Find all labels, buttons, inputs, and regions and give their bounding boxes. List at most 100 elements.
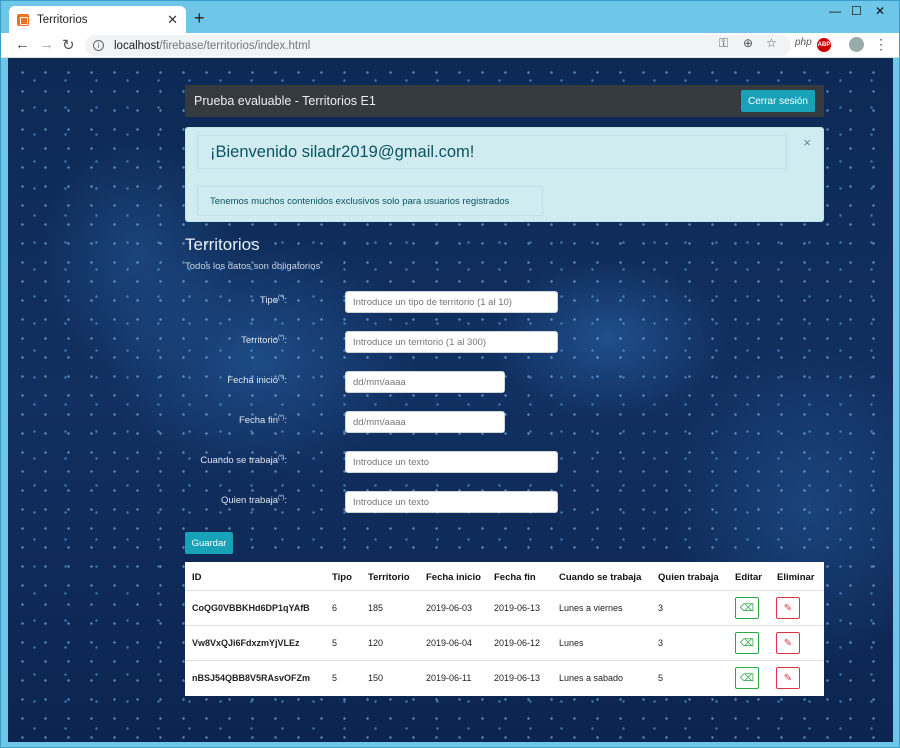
xampp-favicon-icon bbox=[17, 13, 29, 26]
fecha-inicio-input[interactable]: dd/mm/aaaa bbox=[345, 371, 505, 393]
cell-id: CoQG0VBBKHd6DP1qYAfB bbox=[192, 603, 310, 613]
col-header: Fecha inicio bbox=[426, 572, 481, 583]
cell-fecha-inicio: 2019-06-03 bbox=[426, 603, 473, 613]
form-row-cuando: Cuando se trabaja(*): Introduce un texto bbox=[185, 451, 565, 473]
quien-input[interactable]: Introduce un texto bbox=[345, 491, 558, 513]
fecha-fin-input[interactable]: dd/mm/aaaa bbox=[345, 411, 505, 433]
cell-fecha-inicio: 2019-06-11 bbox=[426, 673, 472, 683]
cell-cuando: Lunes a viernes bbox=[559, 603, 623, 613]
cell-territorio: 120 bbox=[368, 638, 384, 648]
eraser-icon: ⌫ bbox=[739, 602, 755, 614]
tipo-input[interactable]: Introduce un tipo de territorio (1 al 10… bbox=[345, 291, 558, 313]
form-row-fecha-inicio: Fecha inicio(*): dd/mm/aaaa bbox=[185, 371, 565, 393]
delete-button[interactable]: ✎ bbox=[776, 667, 800, 689]
field-label: Quien trabaja(*): bbox=[220, 495, 287, 507]
cell-fecha-fin: 2019-06-13 bbox=[494, 603, 541, 613]
reload-icon[interactable]: ↻ bbox=[62, 36, 75, 54]
cuando-input[interactable]: Introduce un texto bbox=[345, 451, 558, 473]
edit-square-icon: ✎ bbox=[783, 672, 793, 684]
browser-tab[interactable]: Territorios ✕ bbox=[9, 6, 186, 33]
col-header: Territorio bbox=[368, 572, 410, 583]
php-extension-icon[interactable]: php bbox=[795, 37, 812, 48]
col-header: Eliminar bbox=[777, 572, 815, 583]
eraser-icon: ⌫ bbox=[739, 637, 755, 649]
col-header: ID bbox=[192, 572, 202, 583]
eraser-icon: ⌫ bbox=[739, 672, 755, 684]
welcome-alert: ¡Bienvenido siladr2019@gmail.com! × Tene… bbox=[185, 127, 824, 222]
cell-territorio: 150 bbox=[368, 673, 384, 683]
edit-square-icon: ✎ bbox=[783, 602, 793, 614]
edit-button[interactable]: ⌫ bbox=[735, 632, 759, 654]
col-header: Editar bbox=[735, 572, 762, 583]
cell-quien: 3 bbox=[658, 603, 664, 613]
cell-territorio: 185 bbox=[368, 603, 384, 613]
edit-button[interactable]: ⌫ bbox=[735, 597, 759, 619]
menu-icon[interactable]: ⋮ bbox=[874, 36, 888, 53]
cell-quien: 3 bbox=[658, 638, 664, 648]
close-window-icon[interactable]: ✕ bbox=[875, 4, 885, 18]
col-header: Tipo bbox=[332, 572, 352, 583]
tab-title: Territorios bbox=[37, 13, 88, 26]
minimize-icon[interactable]: — bbox=[829, 4, 841, 18]
form-row-territorio: Territorio(*): Introduce un territorio (… bbox=[185, 331, 565, 353]
info-icon[interactable]: i bbox=[93, 40, 104, 51]
alert-message: Tenemos muchos contenidos exclusivos sol… bbox=[197, 186, 543, 216]
table-row: CoQG0VBBKHd6DP1qYAfB 6 185 2019-06-03 20… bbox=[185, 590, 824, 625]
navbar-brand: Prueba evaluable - Territorios E1 bbox=[194, 94, 376, 108]
cell-fecha-fin: 2019-06-12 bbox=[494, 638, 541, 648]
forward-icon[interactable]: → bbox=[39, 36, 54, 53]
cell-tipo: 5 bbox=[332, 638, 338, 648]
edit-square-icon: ✎ bbox=[783, 637, 793, 649]
browser-toolbar: ← → ↻ i localhost/firebase/territorios/i… bbox=[1, 33, 899, 58]
field-label: Fecha fin(*): bbox=[238, 415, 287, 427]
profile-avatar-icon[interactable] bbox=[849, 37, 864, 52]
alert-heading: ¡Bienvenido siladr2019@gmail.com! bbox=[197, 135, 787, 169]
page-title: Territorios bbox=[185, 235, 260, 254]
col-header: Fecha fin bbox=[494, 572, 536, 583]
maximize-icon[interactable]: ☐ bbox=[851, 4, 862, 18]
cell-id: Vw8VxQJi6FdxzmYjVLEz bbox=[192, 638, 300, 648]
address-bar[interactable]: i localhost/firebase/territorios/index.h… bbox=[85, 35, 791, 56]
territories-table: ID Tipo Territorio Fecha inicio Fecha fi… bbox=[185, 562, 824, 696]
adblock-icon[interactable]: ABP bbox=[817, 38, 831, 52]
url-host: localhost bbox=[114, 39, 160, 52]
col-header: Cuando se trabaja bbox=[559, 572, 642, 583]
close-tab-icon[interactable]: ✕ bbox=[167, 12, 178, 28]
cell-cuando: Lunes a sabado bbox=[559, 673, 624, 683]
field-label: Territorio(*): bbox=[241, 335, 287, 347]
alert-close-icon[interactable]: × bbox=[803, 135, 811, 150]
field-label: Fecha inicio(*): bbox=[227, 375, 287, 387]
cell-tipo: 6 bbox=[332, 603, 338, 613]
table-row: nBSJ54QBB8V5RAsvOFZm 5 150 2019-06-11 20… bbox=[185, 660, 824, 695]
browser-window: Territorios ✕ + — ☐ ✕ ← → ↻ i localhost /… bbox=[0, 0, 900, 748]
field-label: Cuando se trabaja(*): bbox=[200, 455, 287, 467]
url-path: /firebase/territorios/index.html bbox=[159, 39, 311, 52]
cell-tipo: 5 bbox=[332, 673, 338, 683]
logout-button[interactable]: Cerrar sesión bbox=[740, 90, 815, 112]
delete-button[interactable]: ✎ bbox=[776, 632, 800, 654]
page-subtitle: Todos los datos son obligatorios bbox=[185, 261, 321, 272]
form-row-quien: Quien trabaja(*): Introduce un texto bbox=[185, 491, 565, 513]
back-icon[interactable]: ← bbox=[15, 36, 30, 53]
cell-fecha-inicio: 2019-06-04 bbox=[426, 638, 473, 648]
edit-button[interactable]: ⌫ bbox=[735, 667, 759, 689]
star-icon[interactable]: ☆ bbox=[766, 36, 777, 50]
cell-cuando: Lunes bbox=[559, 638, 584, 648]
form-row-fecha-fin: Fecha fin(*): dd/mm/aaaa bbox=[185, 411, 565, 433]
save-button[interactable]: Guardar bbox=[185, 532, 233, 554]
new-tab-button[interactable]: + bbox=[194, 8, 205, 29]
cell-fecha-fin: 2019-06-13 bbox=[494, 673, 541, 683]
form-row-tipo: Tipo(*): Introduce un tipo de territorio… bbox=[185, 291, 565, 313]
territorio-input[interactable]: Introduce un territorio (1 al 300) bbox=[345, 331, 558, 353]
key-icon[interactable]: ⚿ bbox=[719, 36, 728, 51]
col-header: Quien trabaja bbox=[658, 572, 719, 583]
top-navbar: Prueba evaluable - Territorios E1 Cerrar… bbox=[185, 85, 824, 117]
delete-button[interactable]: ✎ bbox=[776, 597, 800, 619]
table-row: Vw8VxQJi6FdxzmYjVLEz 5 120 2019-06-04 20… bbox=[185, 625, 824, 660]
cell-id: nBSJ54QBB8V5RAsvOFZm bbox=[192, 673, 311, 683]
title-bar: Territorios ✕ + — ☐ ✕ bbox=[1, 1, 899, 33]
zoom-icon[interactable]: ⊕ bbox=[743, 36, 753, 50]
cell-quien: 5 bbox=[658, 673, 664, 683]
page-viewport: Prueba evaluable - Territorios E1 Cerrar… bbox=[8, 58, 893, 742]
field-label: Tipo(*): bbox=[259, 295, 287, 307]
